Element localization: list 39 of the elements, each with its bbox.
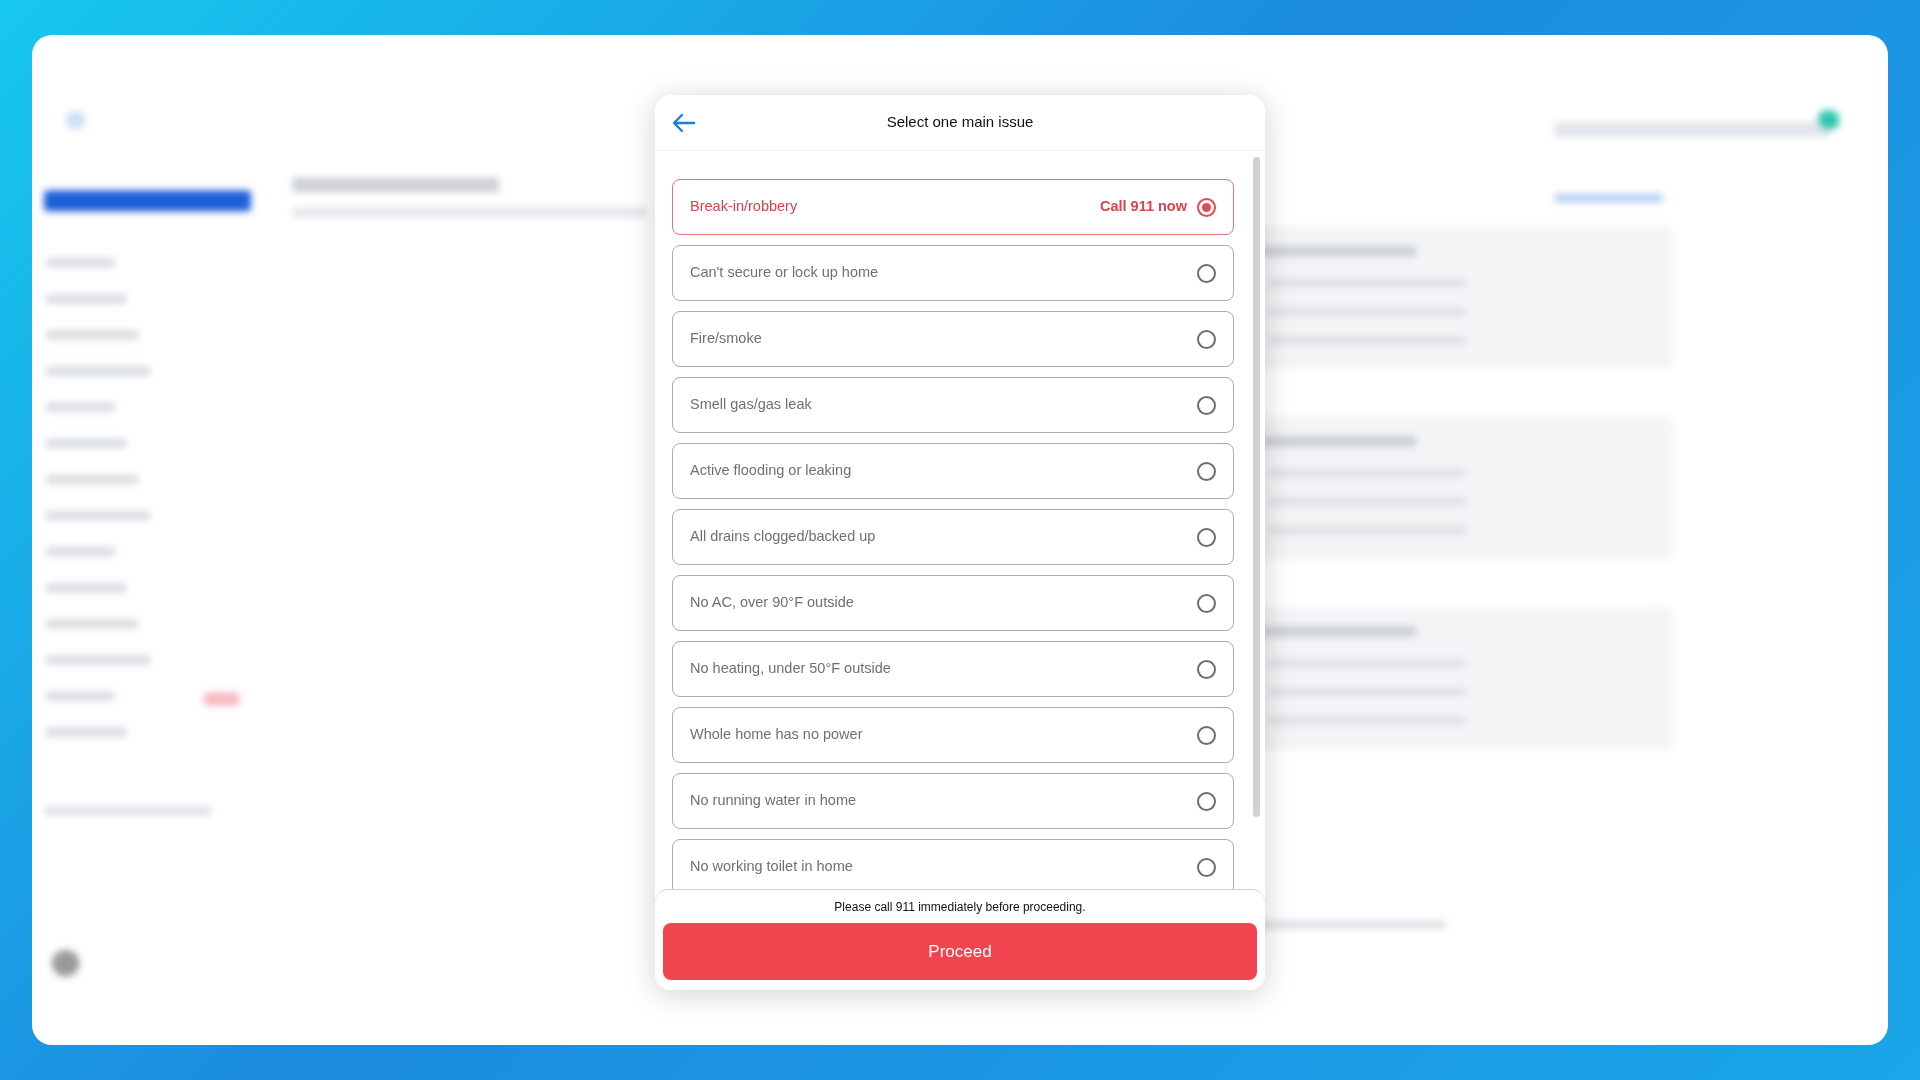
radio-button[interactable]: [1197, 197, 1216, 217]
option-label: Smell gas/gas leak: [690, 395, 813, 415]
scrollbar-thumb[interactable]: [1253, 157, 1260, 817]
option-label: Active flooding or leaking: [690, 461, 853, 481]
option-label: No AC, over 90°F outside: [690, 593, 855, 613]
radio-button[interactable]: [1197, 659, 1216, 679]
option-row[interactable]: Active flooding or leaking: [672, 443, 1234, 499]
option-label: No running water in home: [690, 791, 858, 811]
option-label: All drains clogged/backed up: [690, 527, 877, 547]
dialog-title: Select one main issue: [885, 112, 1035, 133]
radio-button[interactable]: [1197, 857, 1216, 877]
option-row[interactable]: No heating, under 50°F outside: [672, 641, 1234, 697]
radio-button[interactable]: [1197, 725, 1216, 745]
radio-button[interactable]: [1197, 395, 1216, 415]
call-911-label: Call 911 now: [1099, 197, 1187, 217]
radio-button[interactable]: [1197, 791, 1216, 811]
radio-button[interactable]: [1197, 461, 1216, 481]
radio-button[interactable]: [1197, 527, 1216, 547]
option-row[interactable]: No running water in home: [672, 773, 1234, 829]
option-label: Whole home has no power: [690, 725, 864, 745]
option-row[interactable]: Can't secure or lock up home: [672, 245, 1234, 301]
option-label: No working toilet in home: [690, 857, 854, 877]
radio-button[interactable]: [1197, 263, 1216, 283]
option-row[interactable]: Smell gas/gas leak: [672, 377, 1234, 433]
proceed-button[interactable]: Proceed: [663, 923, 1257, 980]
option-row[interactable]: No working toilet in home: [672, 839, 1234, 891]
option-label: Break-in/robbery: [690, 197, 799, 217]
option-label: Fire/smoke: [690, 329, 763, 349]
radio-button[interactable]: [1197, 329, 1216, 349]
option-row[interactable]: Break-in/robbery Call 911 now: [672, 179, 1234, 235]
option-row[interactable]: All drains clogged/backed up: [672, 509, 1234, 565]
back-arrow-icon: [672, 112, 696, 133]
notice-text: Please call 911 immediately before proceeding.: [834, 899, 1086, 916]
radio-button[interactable]: [1197, 593, 1216, 613]
option-label: No heating, under 50°F outside: [690, 659, 892, 679]
option-label: Can't secure or lock up home: [690, 263, 880, 283]
option-row[interactable]: Fire/smoke: [672, 311, 1234, 367]
option-row[interactable]: Whole home has no power: [672, 707, 1234, 763]
option-row[interactable]: No AC, over 90°F outside: [672, 575, 1234, 631]
